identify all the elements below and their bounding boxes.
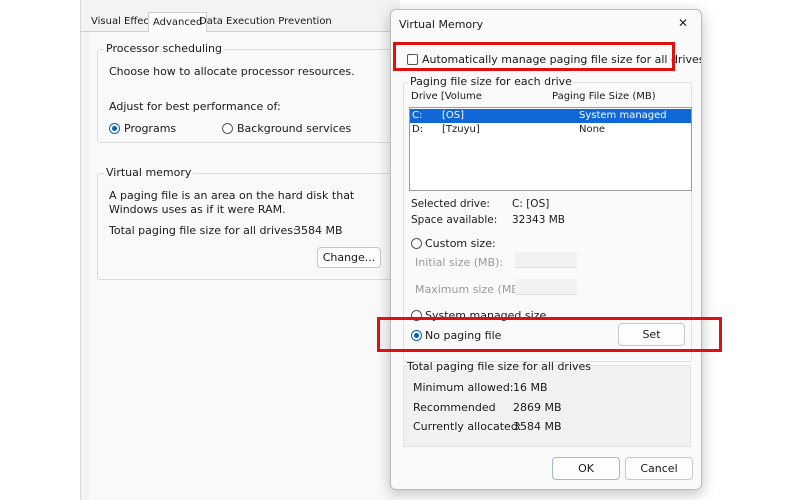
initial-size-input[interactable] (515, 252, 577, 268)
programs-label[interactable]: Programs (124, 122, 176, 135)
recommended-value: 2869 MB (513, 401, 562, 414)
maximum-size-label: Maximum size (MB): (415, 283, 527, 296)
no-paging-highlight (377, 317, 722, 352)
currently-allocated-value: 3584 MB (513, 420, 562, 433)
paging-file-group-title: Paging file size for each drive (408, 75, 574, 88)
size-column-header: Paging File Size (MB) (552, 91, 656, 102)
processor-scheduling-group: Processor scheduling Choose how to alloc… (97, 42, 393, 143)
selected-drive-value: C: [OS] (512, 198, 550, 210)
space-available-label: Space available: (411, 214, 498, 226)
drive-size: System managed (579, 110, 667, 121)
minimum-allowed-label: Minimum allowed: (413, 381, 514, 394)
drive-letter: C: (412, 110, 423, 121)
total-paging-label: Total paging file size for all drives: (109, 224, 297, 237)
auto-manage-highlight (393, 42, 675, 71)
maximum-size-input[interactable] (515, 279, 577, 295)
background-services-label[interactable]: Background services (237, 122, 351, 135)
drive-row-c[interactable]: C: [OS] System managed (410, 109, 691, 123)
drive-column-header: Drive [Volume (411, 91, 482, 102)
currently-allocated-label: Currently allocated: (413, 420, 522, 433)
drive-row-d[interactable]: D: [Tzuyu] None (410, 123, 691, 137)
initial-size-label: Initial size (MB): (415, 256, 504, 269)
ok-button[interactable]: OK (552, 457, 620, 480)
processor-scheduling-description: Choose how to allocate processor resourc… (109, 65, 355, 78)
cancel-button[interactable]: Cancel (625, 457, 693, 480)
processor-scheduling-title: Processor scheduling (104, 42, 225, 55)
total-paging-value: 3584 MB (294, 224, 343, 237)
recommended-label: Recommended (413, 401, 496, 414)
performance-options-window: Visual Effects Advanced Data Execution P… (80, 0, 401, 500)
background-services-radio[interactable] (222, 123, 233, 134)
drive-letter: D: (412, 124, 424, 135)
drive-volume: [OS] (442, 110, 465, 121)
selected-drive-label: Selected drive: (411, 198, 490, 210)
tab-data-execution-prevention[interactable]: Data Execution Prevention (199, 14, 332, 32)
custom-size-radio[interactable] (411, 238, 422, 249)
virtual-memory-group: Virtual memory A paging file is an area … (97, 166, 393, 280)
custom-size-label[interactable]: Custom size: (425, 237, 496, 250)
dialog-title: Virtual Memory (399, 18, 484, 31)
drive-volume: [Tzuyu] (442, 124, 480, 135)
change-button[interactable]: Change... (317, 247, 381, 268)
drive-size: None (579, 124, 606, 135)
drive-list[interactable]: C: [OS] System managed D: [Tzuyu] None (409, 107, 692, 191)
programs-radio[interactable] (109, 123, 120, 134)
virtual-memory-dialog: Virtual Memory ✕ Automatically manage pa… (390, 9, 702, 490)
virtual-memory-title: Virtual memory (104, 166, 194, 179)
virtual-memory-description: A paging file is an area on the hard dis… (109, 189, 355, 216)
tab-bar: Visual Effects Advanced Data Execution P… (81, 12, 401, 33)
adjust-performance-label: Adjust for best performance of: (109, 100, 281, 113)
totals-title: Total paging file size for all drives (407, 360, 592, 373)
space-available-value: 32343 MB (512, 214, 566, 226)
close-icon[interactable]: ✕ (675, 15, 691, 31)
minimum-allowed-value: 16 MB (513, 381, 548, 394)
advanced-tab-panel: Processor scheduling Choose how to alloc… (89, 32, 401, 500)
